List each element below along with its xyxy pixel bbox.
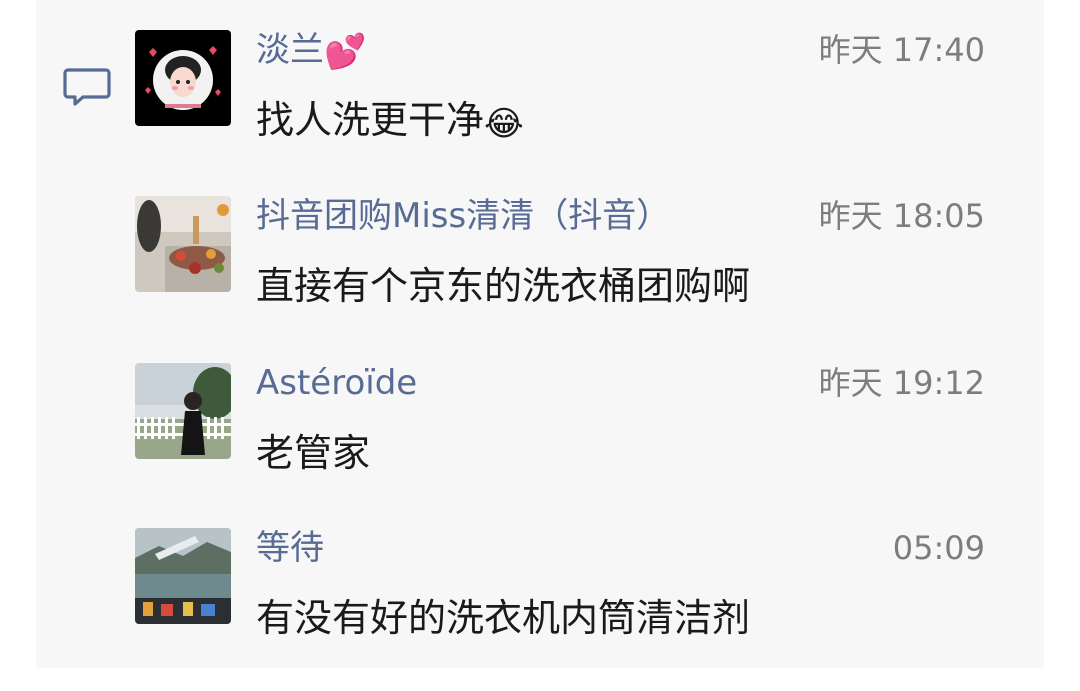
comment-text-emoji: 😂 (484, 104, 524, 144)
comment-item: 等待 05:09 有没有好的洗衣机内筒清洁剂 (135, 528, 985, 678)
comment-text: 有没有好的洗衣机内筒清洁剂 (256, 596, 751, 640)
comment-time: 昨天 17:40 (818, 31, 985, 69)
comment-time: 05:09 (892, 529, 985, 567)
comment-time: 昨天 19:12 (818, 364, 985, 402)
avatar[interactable] (135, 196, 231, 292)
avatar[interactable] (135, 528, 231, 624)
comment-author[interactable]: 抖音团购Miss清清（抖音） (256, 196, 670, 236)
comment-item: 抖音团购Miss清清（抖音） 昨天 18:05 直接有个京东的洗衣桶团购啊 (135, 196, 985, 346)
avatar[interactable] (135, 30, 231, 126)
comment-author[interactable]: 淡兰💕 (256, 30, 367, 72)
comment-icon[interactable] (63, 66, 111, 110)
comment-text: 找人洗更干净😂 (256, 98, 524, 144)
comment-time: 昨天 18:05 (818, 197, 985, 235)
comment-author[interactable]: Astéroïde (256, 363, 417, 403)
comment-text: 直接有个京东的洗衣桶团购啊 (256, 264, 751, 308)
comment-text: 老管家 (256, 431, 371, 475)
comment-author[interactable]: 等待 (256, 528, 324, 568)
comment-text-body: 找人洗更干净 (256, 98, 485, 142)
avatar[interactable] (135, 363, 231, 459)
comment-item: 淡兰💕 昨天 17:40 找人洗更干净😂 (135, 30, 985, 180)
comment-item: Astéroïde 昨天 19:12 老管家 (135, 363, 985, 513)
comment-author-emoji: 💕 (324, 32, 367, 72)
comment-author-name: 淡兰 (256, 30, 324, 70)
